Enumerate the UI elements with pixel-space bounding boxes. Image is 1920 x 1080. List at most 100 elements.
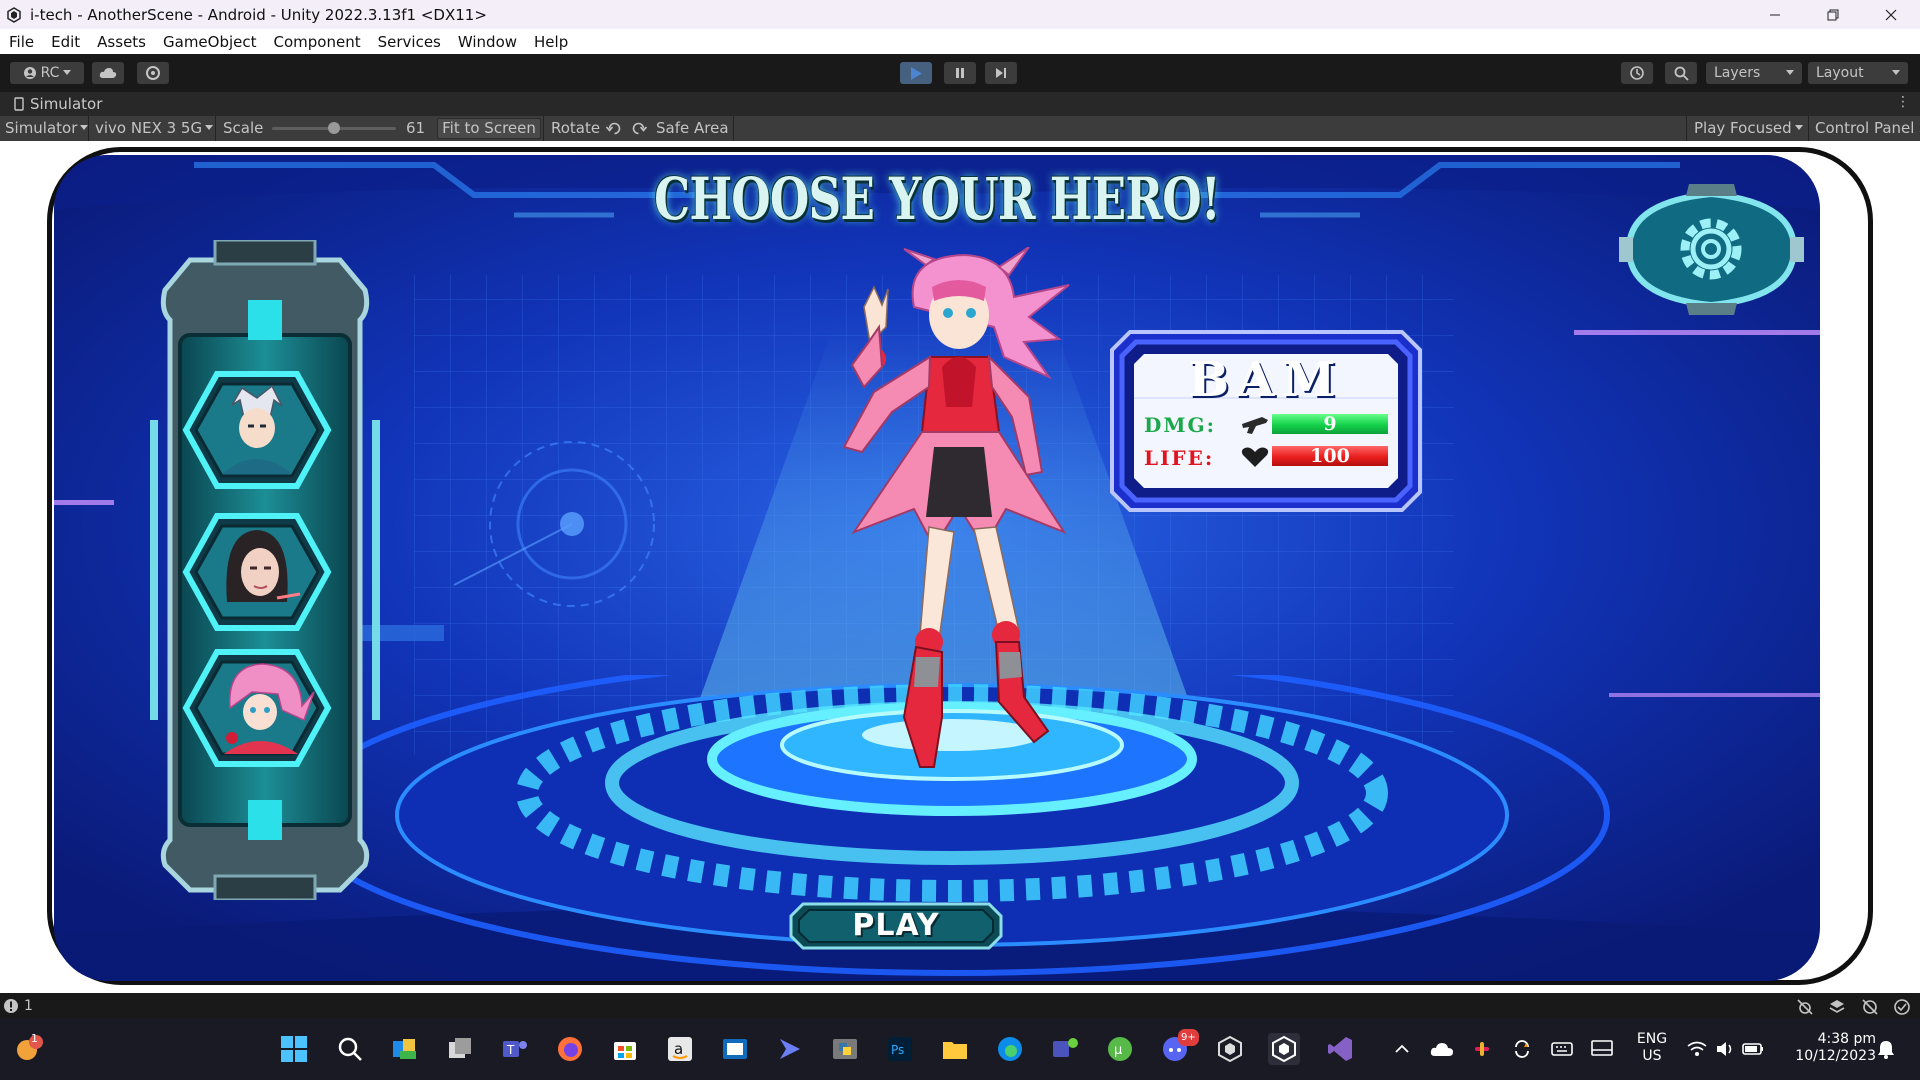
simulator-viewport: CHOOSE YOUR HERO! BAM DMG: 9 LIFE: 100 P… [0,141,1920,993]
taskbar-app-store[interactable] [609,1033,641,1065]
restore-button[interactable] [1804,0,1862,29]
sync-tray[interactable] [1506,1033,1538,1065]
slack-icon [1475,1042,1489,1056]
notifications-button[interactable] [1870,1033,1902,1065]
network-off-icon[interactable] [1861,998,1879,1016]
layers-dropdown[interactable]: Layers [1706,62,1802,84]
divider [733,116,734,141]
taskbar-app-python[interactable] [829,1033,861,1065]
menu-file[interactable]: File [0,33,42,51]
menu-edit[interactable]: Edit [42,33,88,51]
menu-assets[interactable]: Assets [88,33,154,51]
menu-help[interactable]: Help [525,33,576,51]
rotate-left-icon[interactable] [605,120,623,141]
start-button[interactable] [278,1033,310,1065]
play-button[interactable]: PLAY [789,902,1003,950]
python-icon [833,1039,857,1059]
firefox-icon [558,1037,582,1061]
more-options-icon[interactable]: ⋮ [1896,94,1910,110]
layers-stack-icon[interactable] [1828,998,1846,1016]
taskbar-app-powerautomate[interactable] [774,1033,806,1065]
menu-services[interactable]: Services [369,33,449,51]
taskbar-app-unity-hub[interactable] [1214,1033,1246,1065]
check-circle-icon[interactable] [1893,998,1911,1016]
game-screen[interactable]: CHOOSE YOUR HERO! BAM DMG: 9 LIFE: 100 P… [54,155,1820,981]
device-dropdown[interactable]: vivo NEX 3 5G [95,119,214,137]
widgets-icon [393,1039,416,1059]
chevron-down-icon [1786,70,1794,75]
account-dropdown[interactable]: RC [10,62,84,84]
tab-simulator[interactable]: Simulator [12,95,102,113]
battery-tray[interactable] [1737,1033,1769,1065]
heart-icon [1241,447,1269,467]
slack-tray[interactable] [1466,1033,1498,1065]
speaker-icon [1717,1042,1732,1056]
taskbar-app-unity-editor[interactable] [1268,1033,1300,1065]
control-panel-button[interactable]: Control Panel [1815,119,1914,137]
simulator-tab-row: Simulator ⋮ [0,92,1920,116]
history-icon [1630,66,1644,80]
scale-slider-handle[interactable] [328,122,340,134]
safe-area-toggle[interactable]: Safe Area [656,119,729,137]
taskbar-app-photoshop[interactable]: Ps [884,1033,916,1065]
menu-gameobject[interactable]: GameObject [154,33,265,51]
show-hidden-icons-button[interactable] [1386,1033,1418,1065]
cloud-button[interactable] [92,62,124,84]
weather-widget[interactable] [12,1033,44,1065]
minimize-button[interactable] [1746,0,1804,29]
pause-button[interactable] [944,62,976,84]
settings-button[interactable] [1619,182,1804,317]
menu-component[interactable]: Component [265,33,369,51]
chevron-up-icon [1395,1044,1409,1053]
taskbar-app-task-view[interactable] [444,1033,476,1065]
step-icon [996,68,1006,78]
taskbar-app-visual-studio[interactable] [1324,1033,1356,1065]
taskbar-app-firefox[interactable] [554,1033,586,1065]
taskbar-app-edge[interactable] [994,1033,1026,1065]
taskbar-app-teams-work[interactable] [1049,1033,1081,1065]
hero-slot-3[interactable] [182,648,332,768]
taskbar-app-whiteboard[interactable] [719,1033,751,1065]
clock-time: 4:38 pm [1817,1031,1876,1047]
window-title: i-tech - AnotherScene - Android - Unity … [30,5,487,24]
close-button[interactable] [1862,0,1920,29]
main-toolbar: RC Layers Layout [0,54,1920,92]
onedrive-tray[interactable] [1426,1033,1458,1065]
taskbar-app-widgets[interactable] [389,1033,421,1065]
play-mode-button[interactable] [900,62,932,84]
fit-to-screen-button[interactable]: Fit to Screen [437,118,541,139]
photoshop-icon: Ps [888,1037,912,1061]
display-tray[interactable] [1586,1033,1618,1065]
weather-icon [17,1035,43,1060]
undo-history-button[interactable] [1621,62,1653,84]
layout-dropdown[interactable]: Layout [1808,62,1908,84]
hero-slot-2[interactable] [182,512,332,632]
svg-text:Ps: Ps [891,1043,904,1057]
hero-slot-1[interactable] [182,370,332,490]
dmg-value-bar: 9 [1272,414,1388,434]
search-taskbar-button[interactable] [334,1033,366,1065]
choose-hero-title: CHOOSE YOUR HERO! [654,165,1221,233]
taskbar-app-file-explorer[interactable] [939,1033,971,1065]
input-language[interactable]: ENG US [1632,1031,1672,1065]
dmg-label: DMG: [1144,413,1216,437]
taskbar-app-teams[interactable]: T [499,1033,531,1065]
teams-icon: T [503,1041,527,1057]
menu-window[interactable]: Window [449,33,525,51]
clock[interactable]: 4:38 pm 10/12/2023 [1780,1031,1876,1065]
svg-text:a: a [674,1040,683,1058]
simulator-mode-dropdown[interactable]: Simulator [5,119,89,137]
hero-name: BAM [1188,352,1344,408]
unity-hub-icon [1218,1035,1242,1063]
bug-off-icon[interactable] [1796,998,1814,1016]
info-icon[interactable] [3,998,19,1014]
collab-button[interactable] [137,62,169,84]
language-label: ENG [1636,1031,1668,1047]
keyboard-tray[interactable] [1546,1033,1578,1065]
taskbar-app-utorrent[interactable]: µ [1104,1033,1136,1065]
taskbar-app-amazon[interactable]: a [664,1033,696,1065]
rotate-right-icon[interactable] [630,120,648,141]
play-focused-dropdown[interactable]: Play Focused [1694,119,1803,137]
search-button[interactable] [1665,62,1697,84]
step-button[interactable] [985,62,1017,84]
